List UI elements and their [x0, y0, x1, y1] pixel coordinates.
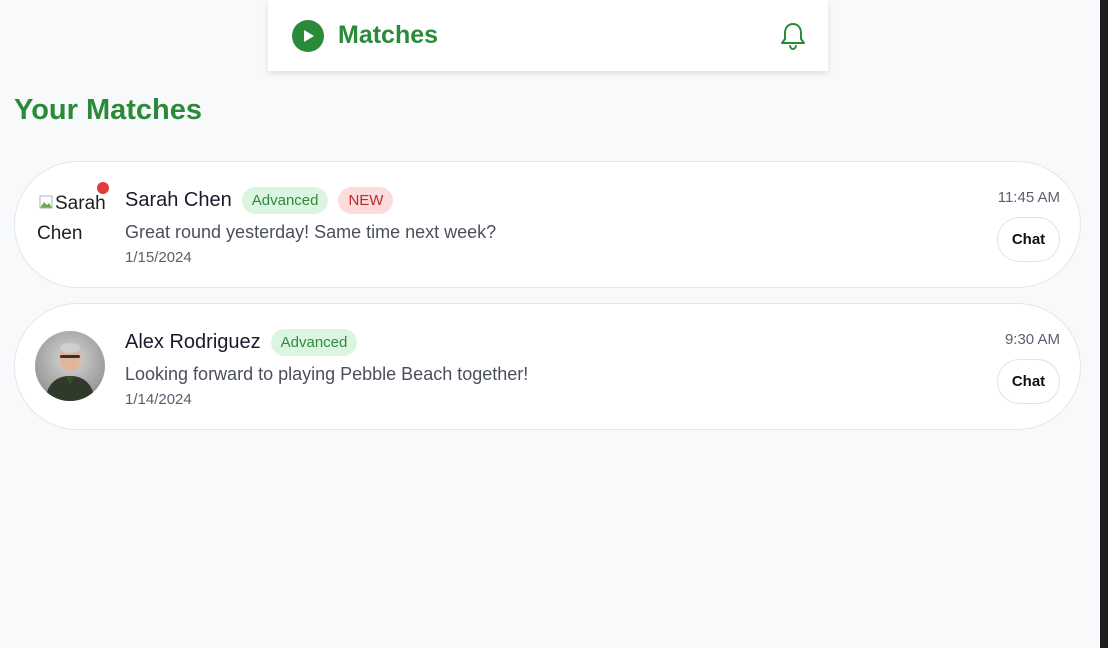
match-date: 1/15/2024 [125, 248, 192, 266]
message-time: 9:30 AM [1004, 331, 1060, 348]
match-details: Sarah Chen Advanced NEW Great round yest… [125, 184, 1080, 266]
chat-button[interactable]: Chat [997, 217, 1060, 262]
match-card[interactable]: Sarah Chen Sarah Chen Advanced NEW Great… [14, 161, 1081, 288]
app-title: Matches [338, 21, 439, 49]
name-row: Sarah Chen Advanced NEW [125, 186, 1080, 216]
broken-image-avatar: Sarah Chen [35, 189, 107, 261]
name-row: Alex Rodriguez Advanced [125, 328, 1080, 358]
skill-level-badge: Advanced [241, 187, 329, 214]
avatar[interactable]: Sarah Chen [35, 181, 109, 261]
last-message: Looking forward to playing Pebble Beach … [125, 363, 529, 384]
player-name: Alex Rodriguez [125, 331, 261, 353]
match-card[interactable]: Alex Rodriguez Advanced Looking forward … [14, 303, 1081, 430]
skill-level-badge: Advanced [270, 329, 358, 356]
avatar-alt-text: Sarah Chen [37, 192, 106, 244]
chat-button[interactable]: Chat [997, 359, 1060, 404]
unread-indicator-dot [97, 181, 109, 194]
match-list: Sarah Chen Sarah Chen Advanced NEW Great… [14, 161, 1081, 445]
top-nav-bar: Matches [268, 0, 828, 71]
window-edge [1100, 0, 1108, 648]
bell-icon[interactable] [778, 21, 808, 51]
page-title: Your Matches [14, 94, 203, 126]
player-name: Sarah Chen [125, 189, 232, 211]
last-message: Great round yesterday! Same time next we… [125, 221, 497, 242]
match-details: Alex Rodriguez Advanced Looking forward … [125, 326, 1080, 408]
message-time: 11:45 AM [997, 189, 1060, 206]
avatar[interactable] [35, 330, 107, 403]
new-badge: NEW [338, 187, 394, 214]
avatar-photo [35, 330, 105, 401]
person-silhouette-icon [45, 342, 95, 401]
play-circle-icon [292, 19, 324, 52]
match-date: 1/14/2024 [125, 390, 192, 408]
